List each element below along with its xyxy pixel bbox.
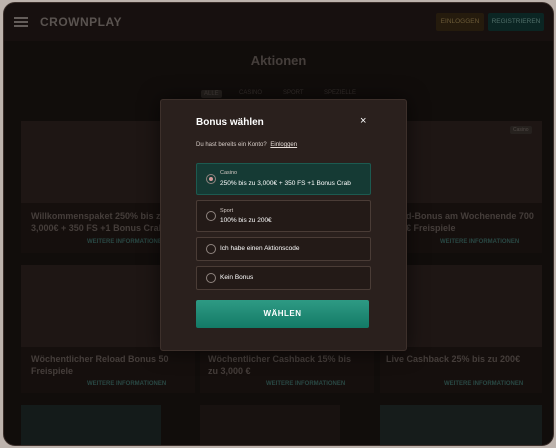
dialog-title: Bonus wählen bbox=[196, 117, 264, 128]
option-category: Sport bbox=[220, 208, 234, 214]
account-question: Du hast bereits ein Konto? bbox=[196, 142, 267, 148]
close-icon[interactable]: × bbox=[360, 115, 366, 127]
radio-button[interactable] bbox=[206, 244, 216, 254]
option-label: 100% bis zu 200€ bbox=[220, 217, 272, 224]
radio-button[interactable] bbox=[206, 273, 216, 283]
radio-button[interactable] bbox=[206, 211, 216, 221]
radio-button[interactable] bbox=[206, 174, 216, 184]
account-prompt: Du hast bereits ein Konto? Einloggen bbox=[196, 142, 297, 148]
login-link[interactable]: Einloggen bbox=[270, 142, 297, 148]
option-label: Kein Bonus bbox=[220, 274, 254, 281]
bonus-option-none[interactable]: Kein Bonus bbox=[196, 266, 371, 290]
choose-bonus-button[interactable]: WÄHLEN bbox=[196, 300, 369, 328]
bonus-option-promo-code[interactable]: Ich habe einen Aktionscode bbox=[196, 237, 371, 261]
option-label: 250% bis zu 3,000€ + 350 FS +1 Bonus Cra… bbox=[220, 180, 351, 187]
bonus-option-sport[interactable]: Sport 100% bis zu 200€ bbox=[196, 200, 371, 232]
app-window: CROWNPLAY EINLOGGEN REGISTRIEREN Aktione… bbox=[3, 2, 554, 446]
option-label: Ich habe einen Aktionscode bbox=[220, 245, 300, 252]
bonus-option-casino[interactable]: Casino 250% bis zu 3,000€ + 350 FS +1 Bo… bbox=[196, 163, 371, 195]
bonus-selection-dialog: Bonus wählen × Du hast bereits ein Konto… bbox=[160, 99, 407, 351]
option-category: Casino bbox=[220, 170, 238, 176]
